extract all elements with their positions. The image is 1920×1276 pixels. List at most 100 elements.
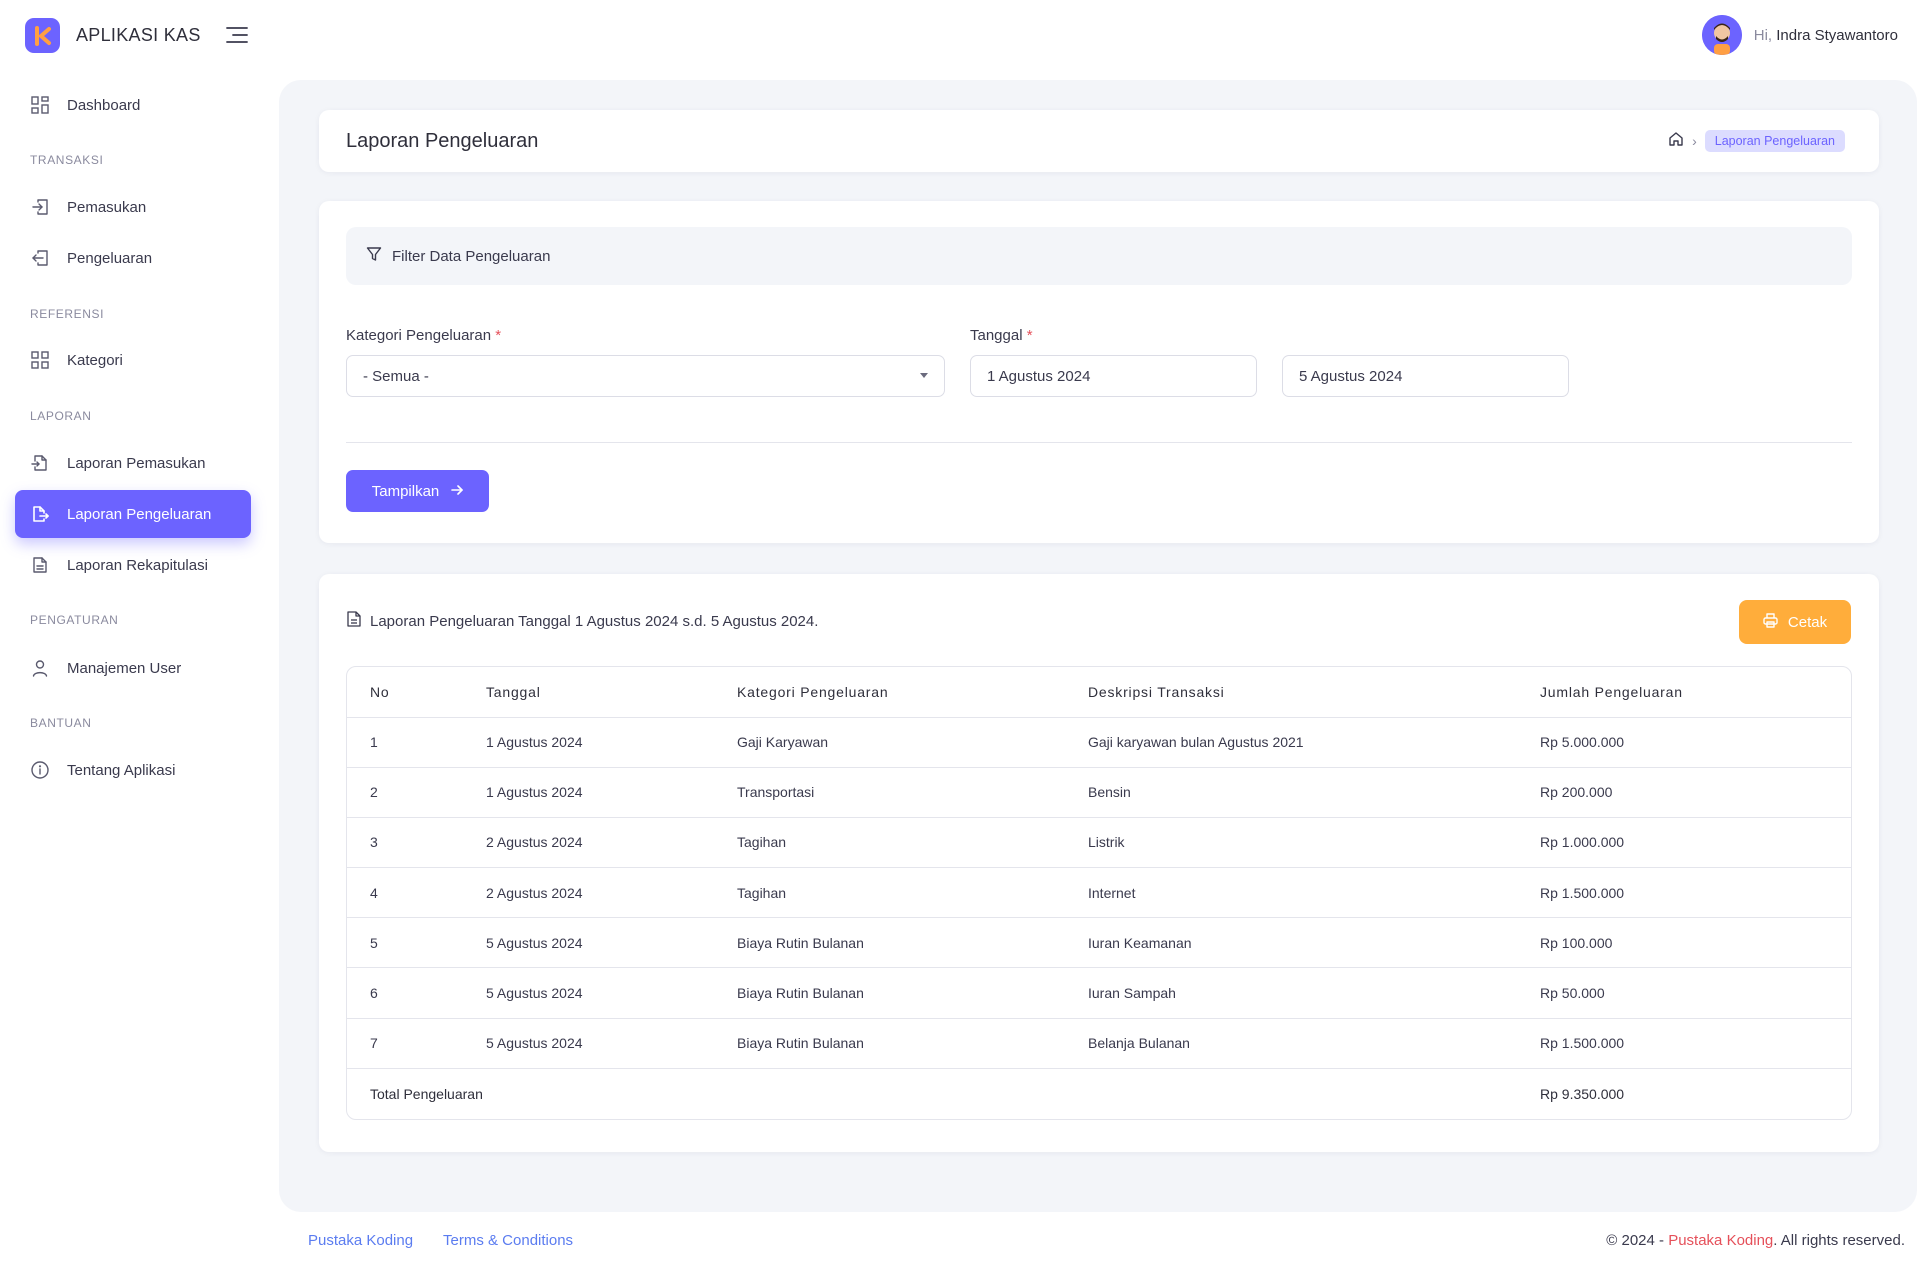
footer-link-terms[interactable]: Terms & Conditions: [443, 1232, 573, 1249]
sidebar-item-label: Manajemen User: [67, 659, 182, 677]
total-value: Rp 9.350.000: [1540, 1085, 1625, 1102]
cetak-button-label: Cetak: [1787, 613, 1828, 631]
table-row: 7 5 Agustus 2024 Biaya Rutin Bulanan Bel…: [347, 1018, 1851, 1069]
sidebar-item-label: Kategori: [67, 351, 123, 369]
table-row: 3 2 Agustus 2024 Tagihan Listrik Rp 1.00…: [347, 817, 1851, 869]
report-title-text: Laporan Pengeluaran Tanggal 1 Agustus 20…: [370, 612, 819, 630]
footer: Pustaka Koding Terms & Conditions © 2024…: [0, 1230, 1920, 1260]
divider: [346, 442, 1852, 443]
table-row: 2 1 Agustus 2024 Transportasi Bensin Rp …: [347, 767, 1851, 818]
tanggal-label: Tanggal *: [970, 327, 1033, 344]
copyright: © 2024 - Pustaka Koding. All rights rese…: [1606, 1232, 1905, 1249]
cell-jumlah: Rp 5.000.000: [1540, 717, 1851, 768]
cell-jumlah: Rp 1.500.000: [1540, 1018, 1851, 1069]
filter-icon: [366, 246, 382, 267]
footer-link-pustaka-koding[interactable]: Pustaka Koding: [308, 1232, 413, 1249]
cell-tanggal: 5 Agustus 2024: [486, 967, 737, 1019]
cell-kategori: Tagihan: [737, 817, 1088, 869]
sidebar-item-manajemen-user[interactable]: Manajemen User: [15, 644, 251, 692]
report-card: Laporan Pengeluaran Tanggal 1 Agustus 20…: [319, 574, 1879, 1152]
total-label: Total Pengeluaran: [370, 1085, 483, 1102]
cell-kategori: Gaji Karyawan: [737, 717, 1088, 768]
sidebar-item-pengeluaran[interactable]: Pengeluaran: [15, 234, 251, 282]
user-name: Indra Styawantoro: [1776, 26, 1898, 44]
home-icon[interactable]: [1668, 131, 1684, 152]
sidebar-item-label: Pemasukan: [67, 198, 147, 216]
cell-kategori: Biaya Rutin Bulanan: [737, 1018, 1088, 1069]
arrow-right-icon: [451, 483, 464, 500]
tampilkan-button[interactable]: Tampilkan: [346, 470, 489, 512]
kategori-select[interactable]: - Semua -: [346, 355, 945, 397]
sidebar-item-laporan-pengeluaran[interactable]: Laporan Pengeluaran: [15, 490, 251, 538]
user-menu[interactable]: Hi, Indra Styawantoro: [1701, 15, 1898, 55]
sidebar-item-tentang-aplikasi[interactable]: Tentang Aplikasi: [15, 746, 251, 794]
brand[interactable]: APLIKASI KAS: [25, 18, 201, 53]
cell-deskripsi: Belanja Bulanan: [1088, 1018, 1540, 1069]
kategori-label: Kategori Pengeluaran *: [346, 327, 502, 344]
copyright-brand-link[interactable]: Pustaka Koding: [1668, 1232, 1773, 1249]
copyright-prefix: © 2024 -: [1606, 1232, 1665, 1249]
app-logo-icon: [25, 18, 60, 53]
sidebar-item-dashboard[interactable]: Dashboard: [15, 81, 251, 129]
sidebar-item-label: Tentang Aplikasi: [67, 761, 176, 779]
info-icon: [30, 760, 50, 780]
cell-tanggal: 1 Agustus 2024: [486, 767, 737, 818]
total-row: Total Pengeluaran Rp 9.350.000: [347, 1068, 1851, 1118]
cell-no: 7: [347, 1018, 486, 1069]
report-table: No Tanggal Kategori Pengeluaran Deskrips…: [346, 666, 1852, 1120]
column-header: No: [347, 667, 486, 718]
sidebar-item-label: Laporan Pengeluaran: [67, 505, 212, 523]
cell-kategori: Transportasi: [737, 767, 1088, 818]
sidebar-item-label: Laporan Pemasukan: [67, 454, 206, 472]
cetak-button[interactable]: Cetak: [1739, 600, 1851, 644]
column-header: Deskripsi Transaksi: [1088, 667, 1540, 718]
grid-icon: [30, 95, 50, 115]
filter-card: Filter Data Pengeluaran Kategori Pengelu…: [319, 201, 1879, 543]
tanggal-akhir-input[interactable]: 5 Agustus 2024: [1282, 355, 1569, 397]
cell-no: 2: [347, 767, 486, 818]
chevron-right-icon: ›: [1692, 133, 1697, 149]
column-header: Jumlah Pengeluaran: [1540, 667, 1851, 718]
table-row: 6 5 Agustus 2024 Biaya Rutin Bulanan Iur…: [347, 967, 1851, 1019]
user-greeting: Hi, Indra Styawantoro: [1753, 26, 1898, 44]
nav-heading-referensi: REFERENSI: [30, 307, 105, 321]
logout-icon: [30, 248, 50, 268]
table-header-row: No Tanggal Kategori Pengeluaran Deskrips…: [347, 667, 1851, 718]
column-header: Kategori Pengeluaran: [737, 667, 1088, 718]
filter-title: Filter Data Pengeluaran: [392, 247, 551, 265]
sidebar-item-label: Pengeluaran: [67, 249, 153, 267]
nav-heading-laporan: LAPORAN: [30, 409, 92, 423]
sidebar-item-pemasukan[interactable]: Pemasukan: [15, 183, 251, 231]
grid-icon: [30, 350, 50, 370]
cell-deskripsi: Listrik: [1088, 817, 1540, 869]
sidebar-item-laporan-rekapitulasi[interactable]: Laporan Rekapitulasi: [15, 541, 251, 589]
tanggal-awal-input[interactable]: 1 Agustus 2024: [970, 355, 1257, 397]
menu-toggle-icon[interactable]: [226, 26, 248, 44]
nav-heading-pengaturan: PENGATURAN: [30, 613, 119, 627]
cell-kategori: Biaya Rutin Bulanan: [737, 917, 1088, 969]
kategori-select-value: - Semua -: [363, 367, 429, 385]
printer-icon: [1763, 612, 1778, 632]
user-icon: [30, 658, 50, 678]
cell-kategori: Biaya Rutin Bulanan: [737, 967, 1088, 1019]
cell-tanggal: 5 Agustus 2024: [486, 1018, 737, 1069]
cell-deskripsi: Bensin: [1088, 767, 1540, 818]
breadcrumb-current: Laporan Pengeluaran: [1704, 130, 1845, 152]
file-text-icon: [30, 555, 50, 575]
file-import-icon: [30, 453, 50, 473]
app-name: APLIKASI KAS: [76, 25, 201, 45]
cell-tanggal: 5 Agustus 2024: [486, 917, 737, 969]
cell-tanggal: 1 Agustus 2024: [486, 717, 737, 768]
sidebar-item-label: Laporan Rekapitulasi: [67, 556, 208, 574]
report-title: Laporan Pengeluaran Tanggal 1 Agustus 20…: [347, 611, 818, 631]
caret-down-icon: [920, 373, 928, 378]
sidebar: Dashboard TRANSAKSI Pemasukan Pengeluara…: [0, 70, 265, 1220]
cell-jumlah: Rp 1.500.000: [1540, 867, 1851, 919]
tampilkan-button-label: Tampilkan: [371, 482, 440, 500]
avatar: [1701, 15, 1742, 55]
cell-jumlah: Rp 100.000: [1540, 917, 1851, 969]
sidebar-item-kategori[interactable]: Kategori: [15, 336, 251, 384]
cell-no: 5: [347, 917, 486, 969]
sidebar-item-laporan-pemasukan[interactable]: Laporan Pemasukan: [15, 439, 251, 487]
table-row: 5 5 Agustus 2024 Biaya Rutin Bulanan Iur…: [347, 917, 1851, 969]
